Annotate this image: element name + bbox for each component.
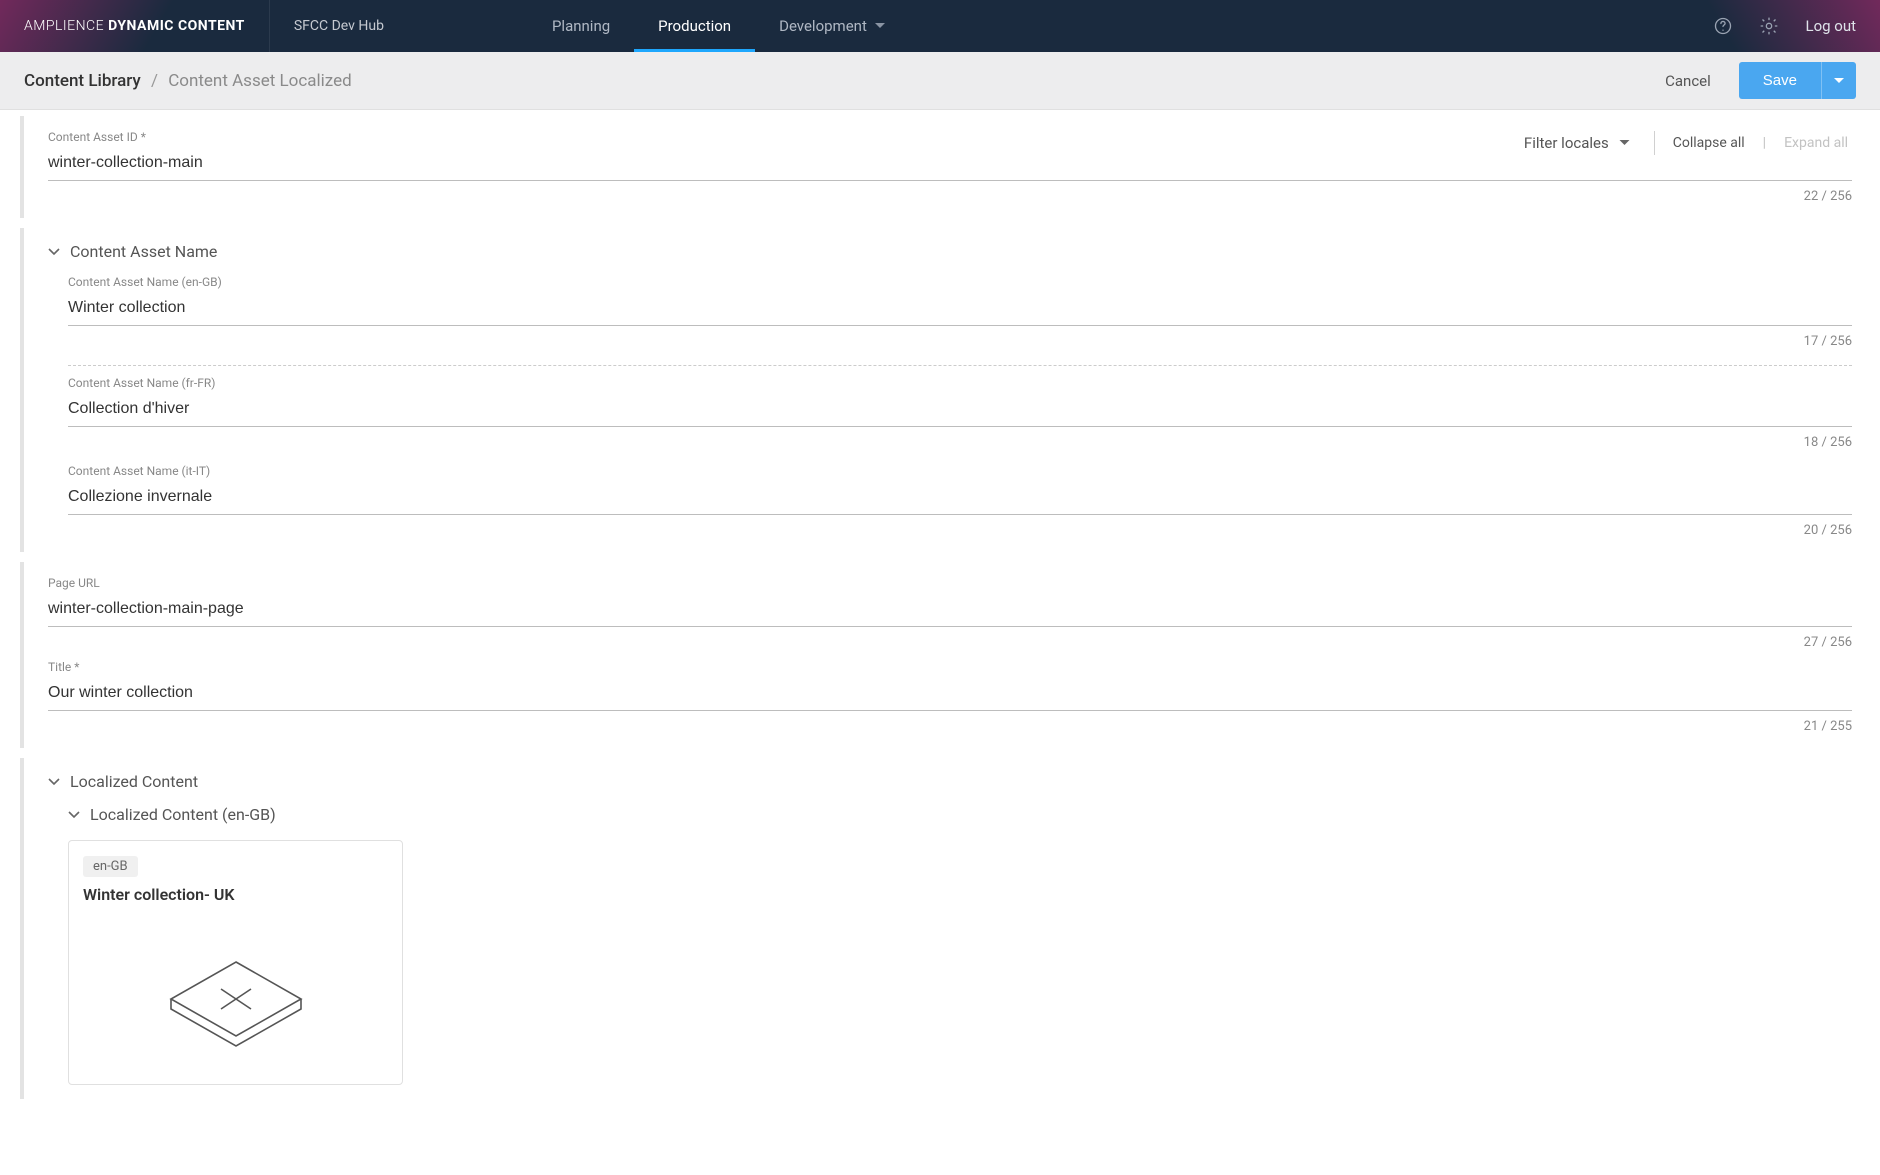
gear-icon[interactable] xyxy=(1759,16,1779,36)
logout-link[interactable]: Log out xyxy=(1805,17,1856,35)
cancel-button[interactable]: Cancel xyxy=(1665,72,1711,90)
chevron-down-icon xyxy=(48,778,60,786)
locale-badge: en-GB xyxy=(83,856,138,877)
section-title: Localized Content (en-GB) xyxy=(90,805,276,824)
chevron-down-icon xyxy=(1619,140,1630,146)
char-counter: 20 / 256 xyxy=(68,523,1852,538)
nav-label: Planning xyxy=(552,17,610,35)
breadcrumb-leaf: Content Asset Localized xyxy=(168,71,352,91)
field-label-title: Title * xyxy=(48,660,1852,674)
nav-tab-planning[interactable]: Planning xyxy=(528,0,634,52)
nav-tab-development[interactable]: Development xyxy=(755,0,909,52)
chevron-down-icon xyxy=(1834,78,1844,84)
name-en-input[interactable] xyxy=(68,293,1852,326)
form-scroll-area[interactable]: Filter locales Collapse all | Expand all… xyxy=(0,110,1880,1175)
field-label-name-en: Content Asset Name (en-GB) xyxy=(68,275,1852,289)
field-label-name-fr: Content Asset Name (fr-FR) xyxy=(68,376,1852,390)
hub-name[interactable]: SFCC Dev Hub xyxy=(270,0,408,52)
section-toggle-asset-name[interactable]: Content Asset Name xyxy=(48,242,1852,261)
nav-label: Development xyxy=(779,17,867,35)
char-counter: 17 / 256 xyxy=(68,334,1852,349)
title-input[interactable] xyxy=(48,678,1852,711)
name-it-input[interactable] xyxy=(68,482,1852,515)
brand-light: AMPLIENCE xyxy=(24,18,104,34)
char-counter: 18 / 256 xyxy=(68,435,1852,450)
nav-label: Production xyxy=(658,17,731,35)
field-label-name-it: Content Asset Name (it-IT) xyxy=(68,464,1852,478)
card-title: Winter collection- UK xyxy=(83,885,388,904)
chevron-down-icon xyxy=(875,23,885,29)
section-title: Content Asset Name xyxy=(70,242,217,261)
section-toggle-localized-content-en[interactable]: Localized Content (en-GB) xyxy=(68,805,1852,824)
breadcrumb-sep: / xyxy=(151,71,158,91)
char-counter: 27 / 256 xyxy=(48,635,1852,650)
save-button[interactable]: Save xyxy=(1739,62,1821,99)
chevron-down-icon xyxy=(68,811,80,819)
divider xyxy=(68,365,1852,366)
save-dropdown-button[interactable] xyxy=(1821,62,1856,99)
brand-logo: AMPLIENCE DYNAMIC CONTENT xyxy=(0,0,270,52)
breadcrumb: Content Library / Content Asset Localize… xyxy=(24,71,352,91)
breadcrumb-root[interactable]: Content Library xyxy=(24,71,141,91)
chevron-down-icon xyxy=(48,248,60,256)
name-fr-input[interactable] xyxy=(68,394,1852,427)
field-label-page-url: Page URL xyxy=(48,576,1852,590)
placeholder-icon xyxy=(83,954,388,1054)
brand-bold: DYNAMIC CONTENT xyxy=(108,18,245,34)
page-url-input[interactable] xyxy=(48,594,1852,627)
nav-tab-production[interactable]: Production xyxy=(634,0,755,52)
content-card-en[interactable]: en-GB Winter collection- UK xyxy=(68,840,403,1085)
section-toggle-localized-content[interactable]: Localized Content xyxy=(48,772,1852,791)
section-title: Localized Content xyxy=(70,772,198,791)
asset-id-input[interactable] xyxy=(48,148,1852,181)
char-counter: 22 / 256 xyxy=(48,189,1852,204)
help-icon[interactable] xyxy=(1713,16,1733,36)
char-counter: 21 / 255 xyxy=(48,719,1852,734)
